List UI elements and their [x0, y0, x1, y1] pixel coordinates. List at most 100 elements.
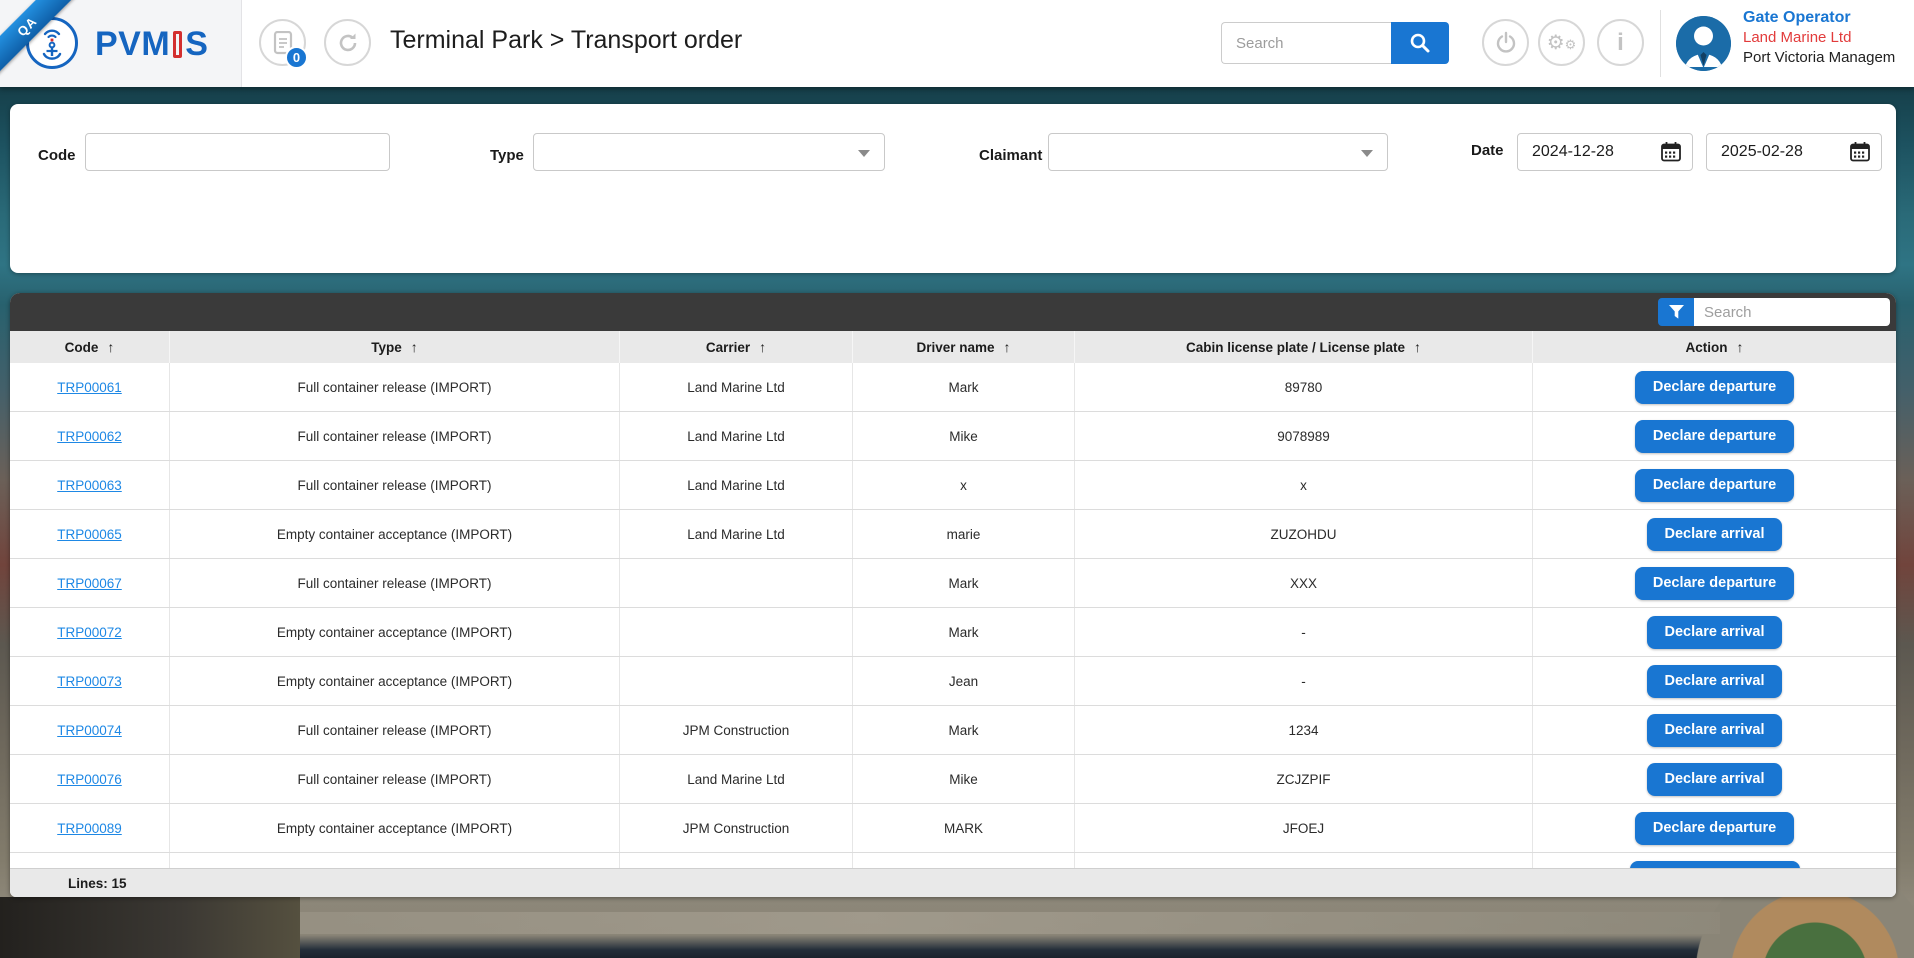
column-header-carrier[interactable]: Carrier↑ [620, 331, 853, 363]
transport-order-link[interactable]: TRP00061 [57, 380, 122, 395]
table-row: TRP00065 Empty container acceptance (IMPO… [10, 510, 1896, 559]
table-row-partial [10, 853, 1896, 868]
global-search-button[interactable] [1391, 22, 1449, 64]
declare-arrival-button[interactable]: Declare arrival [1647, 665, 1783, 698]
declare-arrival-button[interactable]: Declare arrival [1647, 714, 1783, 747]
type-cell: Full container release (IMPORT) [170, 461, 620, 509]
transport-order-link[interactable]: TRP00089 [57, 821, 122, 836]
transport-orders-table: Code↑ Type↑ Carrier↑ Driver name↑ Cabin … [10, 293, 1896, 897]
table-row: TRP00062 Full container release (IMPORT)L… [10, 412, 1896, 461]
declare-arrival-button[interactable]: Declare arrival [1647, 616, 1783, 649]
refresh-icon [336, 31, 360, 55]
sort-asc-icon[interactable]: ↑ [759, 339, 766, 355]
plate-cell-value: 9078989 [1277, 429, 1330, 444]
action-button-clipped[interactable] [1630, 861, 1800, 868]
type-select[interactable] [533, 133, 885, 171]
sort-asc-icon[interactable]: ↑ [1737, 339, 1744, 355]
transport-order-link[interactable]: TRP00067 [57, 576, 122, 591]
carrier-cell-value: JPM Construction [683, 723, 790, 738]
settings-button[interactable]: ⚙⚙ [1538, 19, 1585, 66]
declare-departure-button[interactable]: Declare departure [1635, 371, 1794, 404]
column-header-type[interactable]: Type↑ [170, 331, 620, 363]
plate-cell: ZUZOHDU [1075, 510, 1533, 558]
claimant-select[interactable] [1048, 133, 1388, 171]
action-cell: Declare departure [1533, 559, 1896, 607]
plate-cell: 9078989 [1075, 412, 1533, 460]
type-cell-value: Full container release (IMPORT) [297, 576, 491, 591]
column-header-driver-name[interactable]: Driver name↑ [853, 331, 1075, 363]
action-cell: Declare departure [1533, 412, 1896, 460]
carrier-cell-value: Land Marine Ltd [687, 527, 785, 542]
date-from-input[interactable]: 2024-12-28 [1517, 133, 1693, 171]
carrier-cell-value: JPM Construction [683, 821, 790, 836]
transport-order-link[interactable]: TRP00072 [57, 625, 122, 640]
sort-asc-icon[interactable]: ↑ [107, 339, 114, 355]
code-cell: TRP00061 [10, 363, 170, 411]
declare-departure-button[interactable]: Declare departure [1635, 469, 1794, 502]
sort-asc-icon[interactable]: ↑ [1414, 339, 1421, 355]
transport-order-link[interactable]: TRP00074 [57, 723, 122, 738]
brand-block: PVMIS QA [0, 0, 242, 87]
type-cell: Empty container acceptance (IMPORT) [170, 608, 620, 656]
declare-departure-button[interactable]: Declare departure [1635, 420, 1794, 453]
declare-departure-button[interactable]: Declare departure [1635, 567, 1794, 600]
date-to-input[interactable]: 2025-02-28 [1706, 133, 1882, 171]
carrier-cell [620, 657, 853, 705]
action-cell: Declare arrival [1533, 657, 1896, 705]
type-cell: Full container release (IMPORT) [170, 755, 620, 803]
driver-cell-value: Mark [949, 723, 979, 738]
declare-departure-button[interactable]: Declare departure [1635, 812, 1794, 845]
code-cell: TRP00074 [10, 706, 170, 754]
sort-asc-icon[interactable]: ↑ [411, 339, 418, 355]
info-button[interactable]: i [1597, 19, 1644, 66]
column-header-code[interactable]: Code↑ [10, 331, 170, 363]
filter-funnel-icon [1668, 304, 1685, 320]
type-cell: Full container release (IMPORT) [170, 412, 620, 460]
declare-arrival-button[interactable]: Declare arrival [1647, 763, 1783, 796]
calendar-icon [1660, 141, 1682, 163]
plate-cell-value: JFOEJ [1283, 821, 1324, 836]
type-cell-value: Empty container acceptance (IMPORT) [277, 821, 512, 836]
plate-cell-value: 89780 [1285, 380, 1323, 395]
driver-cell-value: Mike [949, 772, 978, 787]
type-cell-value: Full container release (IMPORT) [297, 478, 491, 493]
logout-button[interactable] [1482, 19, 1529, 66]
type-cell: Full container release (IMPORT) [170, 706, 620, 754]
driver-cell: Mike [853, 412, 1075, 460]
driver-cell: marie [853, 510, 1075, 558]
table-footer: Lines: 15 [10, 868, 1896, 897]
transport-order-link[interactable]: TRP00065 [57, 527, 122, 542]
type-label: Type [490, 147, 524, 164]
plate-cell: - [1075, 608, 1533, 656]
user-avatar[interactable] [1676, 16, 1731, 71]
column-header-license-plate[interactable]: Cabin license plate / License plate↑ [1075, 331, 1533, 363]
declare-arrival-button[interactable]: Declare arrival [1647, 518, 1783, 551]
code-cell: TRP00072 [10, 608, 170, 656]
plate-cell: x [1075, 461, 1533, 509]
code-cell: TRP00073 [10, 657, 170, 705]
column-header-action[interactable]: Action↑ [1533, 331, 1896, 363]
transport-order-link[interactable]: TRP00063 [57, 478, 122, 493]
user-info[interactable]: Gate Operator Land Marine Ltd Port Victo… [1743, 8, 1914, 68]
sort-asc-icon[interactable]: ↑ [1004, 339, 1011, 355]
driver-cell: Mark [853, 559, 1075, 607]
plate-cell-value: - [1301, 674, 1306, 689]
chevron-down-icon [1361, 150, 1373, 157]
code-input[interactable] [85, 133, 390, 171]
type-cell: Empty container acceptance (IMPORT) [170, 510, 620, 558]
refresh-button[interactable] [324, 19, 371, 66]
driver-cell-value: Jean [949, 674, 978, 689]
user-organization: Port Victoria Managem [1743, 48, 1914, 68]
documents-button[interactable]: 0 [259, 19, 306, 66]
transport-order-link[interactable]: TRP00062 [57, 429, 122, 444]
table-filter-button[interactable] [1658, 298, 1694, 326]
carrier-cell: Land Marine Ltd [620, 412, 853, 460]
table-search-input[interactable] [1694, 298, 1890, 326]
transport-order-link[interactable]: TRP00076 [57, 772, 122, 787]
global-search-input[interactable] [1221, 22, 1391, 64]
driver-cell: Mike [853, 755, 1075, 803]
transport-order-link[interactable]: TRP00073 [57, 674, 122, 689]
action-cell: Declare departure [1533, 363, 1896, 411]
plate-cell-value: ZCJZPIF [1277, 772, 1331, 787]
table-row: TRP00061Full container release (IMPORT)L… [10, 363, 1896, 412]
